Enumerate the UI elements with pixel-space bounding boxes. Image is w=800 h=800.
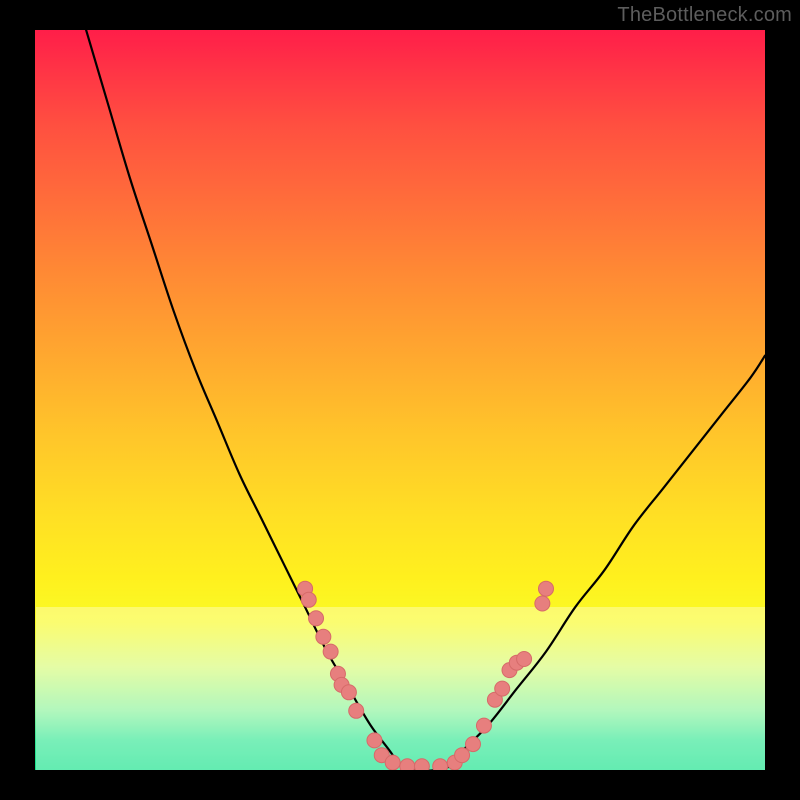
curve-marker: [309, 611, 324, 626]
curve-marker: [323, 644, 338, 659]
curve-marker: [414, 759, 429, 770]
curve-marker: [341, 685, 356, 700]
curve-marker: [349, 703, 364, 718]
curve-markers: [298, 581, 554, 770]
curve-marker: [539, 581, 554, 596]
curve-marker: [400, 759, 415, 770]
attribution-label: TheBottleneck.com: [617, 4, 792, 27]
curve-marker: [367, 733, 382, 748]
chart-svg: [35, 30, 765, 770]
curve-marker: [316, 629, 331, 644]
plot-area: [35, 30, 765, 770]
chart-frame: TheBottleneck.com: [0, 0, 800, 800]
curve-marker: [433, 759, 448, 770]
curve-marker: [495, 681, 510, 696]
bottleneck-curve: [86, 30, 765, 770]
curve-marker: [455, 748, 470, 763]
curve-marker: [476, 718, 491, 733]
v-curve-path: [86, 30, 765, 770]
curve-marker: [517, 652, 532, 667]
curve-marker: [466, 737, 481, 752]
curve-marker: [385, 755, 400, 770]
curve-marker: [535, 596, 550, 611]
curve-marker: [301, 592, 316, 607]
